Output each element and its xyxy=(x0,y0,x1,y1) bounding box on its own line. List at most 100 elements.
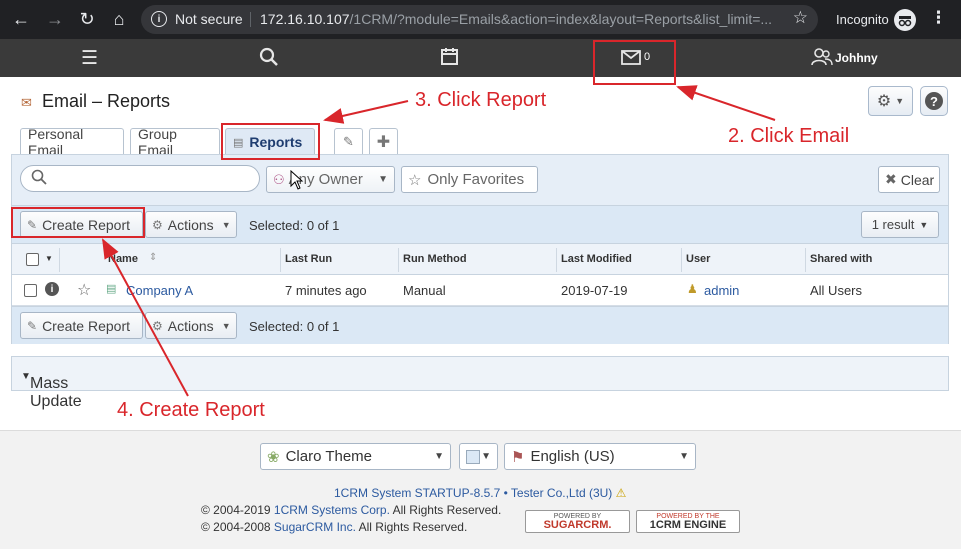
column-divider xyxy=(398,248,399,272)
tab-add-layout[interactable]: ✚ xyxy=(369,128,398,155)
gear-icon: ⚙ xyxy=(152,318,163,333)
copyright-sugarcrm: © 2004-2008 SugarCRM Inc. All Rights Res… xyxy=(201,520,467,534)
table-row: i ☆ ▤ Company A 7 minutes ago Manual 201… xyxy=(12,275,948,306)
report-name-link[interactable]: Company A xyxy=(126,283,193,298)
theme-select[interactable]: ❀ Claro Theme ▼ xyxy=(260,443,451,470)
chevron-down-icon: ▼ xyxy=(679,451,689,462)
chevron-down-icon: ▼ xyxy=(221,219,231,230)
color-select[interactable]: ▼ xyxy=(459,443,498,470)
tab-personal-email[interactable]: Personal Email xyxy=(20,126,124,158)
column-divider xyxy=(805,248,806,272)
column-last-run[interactable]: Last Run xyxy=(285,253,332,265)
column-divider xyxy=(556,248,557,272)
column-name[interactable]: Name xyxy=(108,253,138,265)
home-icon[interactable]: ⌂ xyxy=(106,6,132,32)
top-toolbar: ✎ Create Report ⚙ Actions ▼ Selected: 0 … xyxy=(12,205,948,243)
language-icon: ⚑ xyxy=(511,448,525,466)
chevron-down-icon: ▼ xyxy=(378,174,388,185)
column-user[interactable]: User xyxy=(686,253,710,265)
email-module-icon: ✉ xyxy=(21,95,32,110)
address-bar[interactable]: i Not secure 172.16.10.107/1CRM/?module=… xyxy=(141,5,818,34)
chevron-down-icon[interactable]: ▼ xyxy=(45,254,53,263)
info-icon[interactable]: i xyxy=(45,282,59,296)
column-divider xyxy=(280,248,281,272)
palette-icon: ❀ xyxy=(267,448,280,466)
language-select[interactable]: ⚑ English (US) ▼ xyxy=(504,443,696,470)
browser-toolbar: ← → ↻ ⌂ i Not secure 172.16.10.107/1CRM/… xyxy=(0,0,961,39)
edit-icon: ✎ xyxy=(27,318,38,333)
gear-icon: ⚙ xyxy=(876,93,892,110)
actions-label: Actions xyxy=(167,317,214,334)
sort-icon[interactable]: ⇕ xyxy=(149,252,157,263)
sugarcrm-link[interactable]: SugarCRM Inc. xyxy=(274,520,356,534)
run-method-value: Manual xyxy=(403,283,446,298)
chevron-down-icon: ▼ xyxy=(221,320,231,331)
owner-filter[interactable]: ⚇ Any Owner ▼ xyxy=(266,166,395,193)
column-run-method[interactable]: Run Method xyxy=(403,253,467,265)
actions-label: Actions xyxy=(167,216,214,233)
mass-update-text: Mass Update xyxy=(30,375,82,410)
system-version-link[interactable]: 1CRM System STARTUP-8.5.7 • Tester Co.,L… xyxy=(334,486,626,500)
search-input[interactable] xyxy=(20,165,260,192)
1crm-link[interactable]: 1CRM Systems Corp. xyxy=(274,503,390,517)
search-icon[interactable] xyxy=(259,47,279,73)
copyright-1crm: © 2004-2019 1CRM Systems Corp. All Right… xyxy=(201,503,501,517)
gear-icon: ⚙ xyxy=(152,217,163,232)
favorites-filter[interactable]: ☆ Only Favorites xyxy=(401,166,538,193)
actions-button[interactable]: ⚙ Actions ▼ xyxy=(145,312,237,339)
table-header: ▼ Name ⇕ Last Run Run Method Last Modifi… xyxy=(12,243,948,275)
tab-group-email[interactable]: Group Email xyxy=(130,126,220,158)
search-icon xyxy=(31,169,47,190)
create-report-button[interactable]: ✎ Create Report xyxy=(20,312,143,339)
copyright-prefix: © 2004-2019 xyxy=(201,503,274,517)
help-button[interactable]: ? xyxy=(920,86,948,116)
annotation-step-2: 2. Click Email xyxy=(728,125,850,147)
selected-count: Selected: 0 of 1 xyxy=(249,319,340,334)
row-checkbox[interactable] xyxy=(24,284,37,297)
1crm-engine-logo[interactable]: POWERED BY THE 1CRM ENGINE xyxy=(636,510,740,533)
results-label: 1 result xyxy=(871,217,915,232)
star-icon[interactable]: ☆ xyxy=(77,280,91,300)
browser-menu-icon[interactable]: ⋮ xyxy=(930,8,947,28)
select-all-checkbox[interactable] xyxy=(26,253,39,266)
column-shared-with[interactable]: Shared with xyxy=(810,253,872,265)
forward-icon[interactable]: → xyxy=(42,6,68,32)
clear-button[interactable]: ✖ Clear xyxy=(878,166,940,193)
plus-icon: ✚ xyxy=(376,134,391,151)
chevron-down-icon: ▼ xyxy=(895,96,905,106)
copyright-suffix: All Rights Reserved. xyxy=(355,520,468,534)
close-circle-icon: ✖ xyxy=(885,171,897,187)
footer: ❀ Claro Theme ▼ ▼ ⚑ English (US) ▼ 1CRM … xyxy=(0,430,961,549)
results-button[interactable]: 1 result ▼ xyxy=(861,211,939,238)
address-divider xyxy=(250,12,251,27)
hamburger-menu-icon[interactable]: ☰ xyxy=(81,47,98,70)
help-icon: ? xyxy=(925,92,943,110)
user-link[interactable]: admin xyxy=(704,283,739,298)
security-label: Not secure xyxy=(175,11,243,27)
sugarcrm-logo[interactable]: POWERED BY SUGARCRM. xyxy=(525,510,630,533)
incognito-icon[interactable] xyxy=(894,9,916,31)
logo-bottom-text: 1CRM ENGINE xyxy=(649,518,727,531)
annotation-box-reports xyxy=(221,123,320,160)
annotation-box-email xyxy=(593,40,676,85)
bookmark-star-icon[interactable]: ☆ xyxy=(793,8,808,28)
tab-edit-layout[interactable]: ✎ xyxy=(334,128,363,155)
back-icon[interactable]: ← xyxy=(8,6,34,32)
settings-button[interactable]: ⚙ ▼ xyxy=(868,86,913,116)
star-icon: ☆ xyxy=(408,171,422,189)
reload-icon[interactable]: ↻ xyxy=(74,6,100,32)
url-text[interactable]: 172.16.10.107/1CRM/?module=Emails&action… xyxy=(260,11,780,27)
users-icon: ⚇ xyxy=(273,171,285,187)
svg-text:?: ? xyxy=(930,94,938,109)
info-icon[interactable]: i xyxy=(151,11,167,27)
column-last-modified[interactable]: Last Modified xyxy=(561,253,632,265)
logo-bottom-text: SUGARCRM. xyxy=(543,518,612,531)
warning-icon: ⚠ xyxy=(615,486,627,500)
create-report-label: Create Report xyxy=(42,317,130,334)
actions-button[interactable]: ⚙ Actions ▼ xyxy=(145,211,237,238)
mass-update-toggle[interactable]: Mass Update ▼ xyxy=(11,356,949,410)
user-icon[interactable] xyxy=(811,48,833,72)
calendar-icon[interactable] xyxy=(440,47,459,72)
user-name[interactable]: Johhny xyxy=(835,51,878,65)
page-title: Email – Reports xyxy=(42,91,171,111)
